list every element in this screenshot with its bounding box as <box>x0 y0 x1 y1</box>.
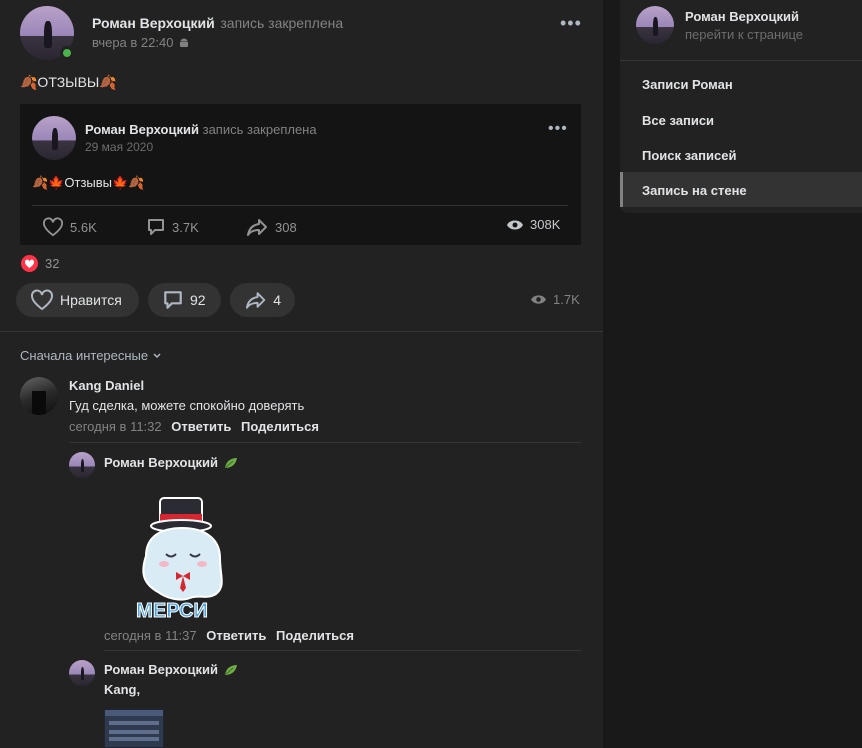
repost-share-stat: 308 <box>245 217 297 237</box>
comment-time[interactable]: сегодня в 11:32 <box>69 419 162 434</box>
heart-reaction-icon <box>21 255 38 272</box>
sticker-text: МЕРСИ <box>136 600 208 622</box>
repost-text: 🍂🍁Отзывы🍁🍂 <box>32 175 145 190</box>
comment-divider <box>69 442 581 443</box>
repost-views-stat: 308K <box>506 217 560 232</box>
sidebar-profile-link[interactable]: перейти к странице <box>685 27 803 42</box>
post-text: 🍂ОТЗЫВЫ🍂 <box>20 74 117 90</box>
repost-divider <box>32 205 568 206</box>
sort-label: Сначала интересные <box>20 348 149 363</box>
author-name[interactable]: Роман Верхоцкий <box>92 15 215 31</box>
commenter-name[interactable]: Kang Daniel <box>69 378 144 393</box>
sidebar-item-label: Запись на стене <box>642 183 747 198</box>
views-stat: 1.7K <box>530 292 580 307</box>
reply-author-name[interactable]: Роман Верхоцкий <box>104 662 218 677</box>
android-icon <box>180 38 189 47</box>
leaf-icon <box>224 457 237 468</box>
comment-meta: сегодня в 11:32 Ответить Поделиться <box>69 419 319 434</box>
sidebar-item-search-records[interactable]: Поиск записей <box>642 148 736 163</box>
repost-comments-count: 3.7K <box>172 219 199 235</box>
eye-icon <box>531 295 546 304</box>
comments-sort-dropdown[interactable]: Сначала интересные <box>20 348 162 363</box>
comments-count: 92 <box>190 292 206 308</box>
merci-sticker[interactable]: МЕРСИ <box>132 496 232 622</box>
attached-screenshot-thumbnail[interactable] <box>104 709 164 748</box>
like-label: Нравится <box>60 292 122 308</box>
post-card: Роман Верхоцкий запись закреплена вчера … <box>0 0 603 748</box>
pinned-label: запись закреплена <box>220 15 344 31</box>
sidebar-profile-name[interactable]: Роман Верхоцкий <box>685 9 799 24</box>
reply-meta: сегодня в 11:37 Ответить Поделиться <box>104 628 354 643</box>
reply-author-name[interactable]: Роман Верхоцкий <box>104 455 218 470</box>
post-meta: вчера в 22:40 <box>92 35 190 50</box>
chevron-down-icon <box>153 352 161 358</box>
sidebar-item-all-records[interactable]: Все записи <box>642 113 714 128</box>
comment-button[interactable]: 92 <box>148 283 221 317</box>
repost-views-count: 308K <box>530 217 561 232</box>
post-time[interactable]: вчера в 22:40 <box>92 35 173 50</box>
sidebar-item-wall-post[interactable]: Запись на стене <box>620 172 862 207</box>
reply-divider <box>104 650 581 651</box>
comment-text: Гуд сделка, можете спокойно доверять <box>69 398 305 413</box>
comment-icon <box>164 291 182 309</box>
eye-icon <box>507 220 523 229</box>
repost-shares-count: 308 <box>275 219 297 235</box>
online-indicator <box>60 46 74 60</box>
share-button[interactable]: 4 <box>230 283 295 317</box>
repost-comment-stat: 3.7K <box>146 217 199 237</box>
sidebar-divider <box>620 60 862 61</box>
section-divider <box>0 331 603 332</box>
leaf-icon <box>224 664 237 675</box>
repost-pinned-label: запись закреплена <box>202 122 317 137</box>
share-icon <box>245 292 266 309</box>
shares-count: 4 <box>273 292 281 308</box>
more-options-icon[interactable]: ••• <box>560 14 582 32</box>
reactions-count: 32 <box>45 256 60 271</box>
reply-time[interactable]: сегодня в 11:37 <box>104 628 197 643</box>
repost-author-avatar[interactable] <box>32 116 76 160</box>
reply-author-avatar[interactable] <box>69 660 95 686</box>
wall-navigation-panel: Роман Верхоцкий перейти к странице Запис… <box>620 0 862 213</box>
repost-date[interactable]: 29 мая 2020 <box>85 140 153 154</box>
repost-like-stat: 5.6K <box>42 217 97 237</box>
reply-reply-button[interactable]: Ответить <box>206 628 266 643</box>
share-icon <box>247 219 267 236</box>
sidebar-item-records-roman[interactable]: Записи Роман <box>642 77 733 92</box>
comment-icon <box>148 219 164 235</box>
repost-more-icon[interactable]: ••• <box>548 121 568 137</box>
post-header: Роман Верхоцкий запись закреплена <box>92 15 343 31</box>
reactions-summary[interactable]: 32 <box>21 255 59 272</box>
heart-outline-icon <box>43 217 63 237</box>
reply-share-button[interactable]: Поделиться <box>276 628 354 643</box>
repost-author-name[interactable]: Роман Верхоцкий <box>85 122 199 137</box>
reply-author-avatar[interactable] <box>69 452 95 478</box>
heart-outline-icon <box>31 289 53 311</box>
commenter-avatar[interactable] <box>20 377 58 415</box>
like-button[interactable]: Нравится <box>16 283 139 317</box>
repost-card[interactable]: Роман Верхоцкий запись закреплена 29 мая… <box>20 104 581 245</box>
sidebar-profile-avatar[interactable] <box>636 6 674 44</box>
share-comment-button[interactable]: Поделиться <box>241 419 319 434</box>
views-count: 1.7K <box>553 292 580 307</box>
repost-likes-count: 5.6K <box>70 219 97 235</box>
reply-text: Kang, <box>104 682 141 697</box>
reply-button[interactable]: Ответить <box>171 419 231 434</box>
